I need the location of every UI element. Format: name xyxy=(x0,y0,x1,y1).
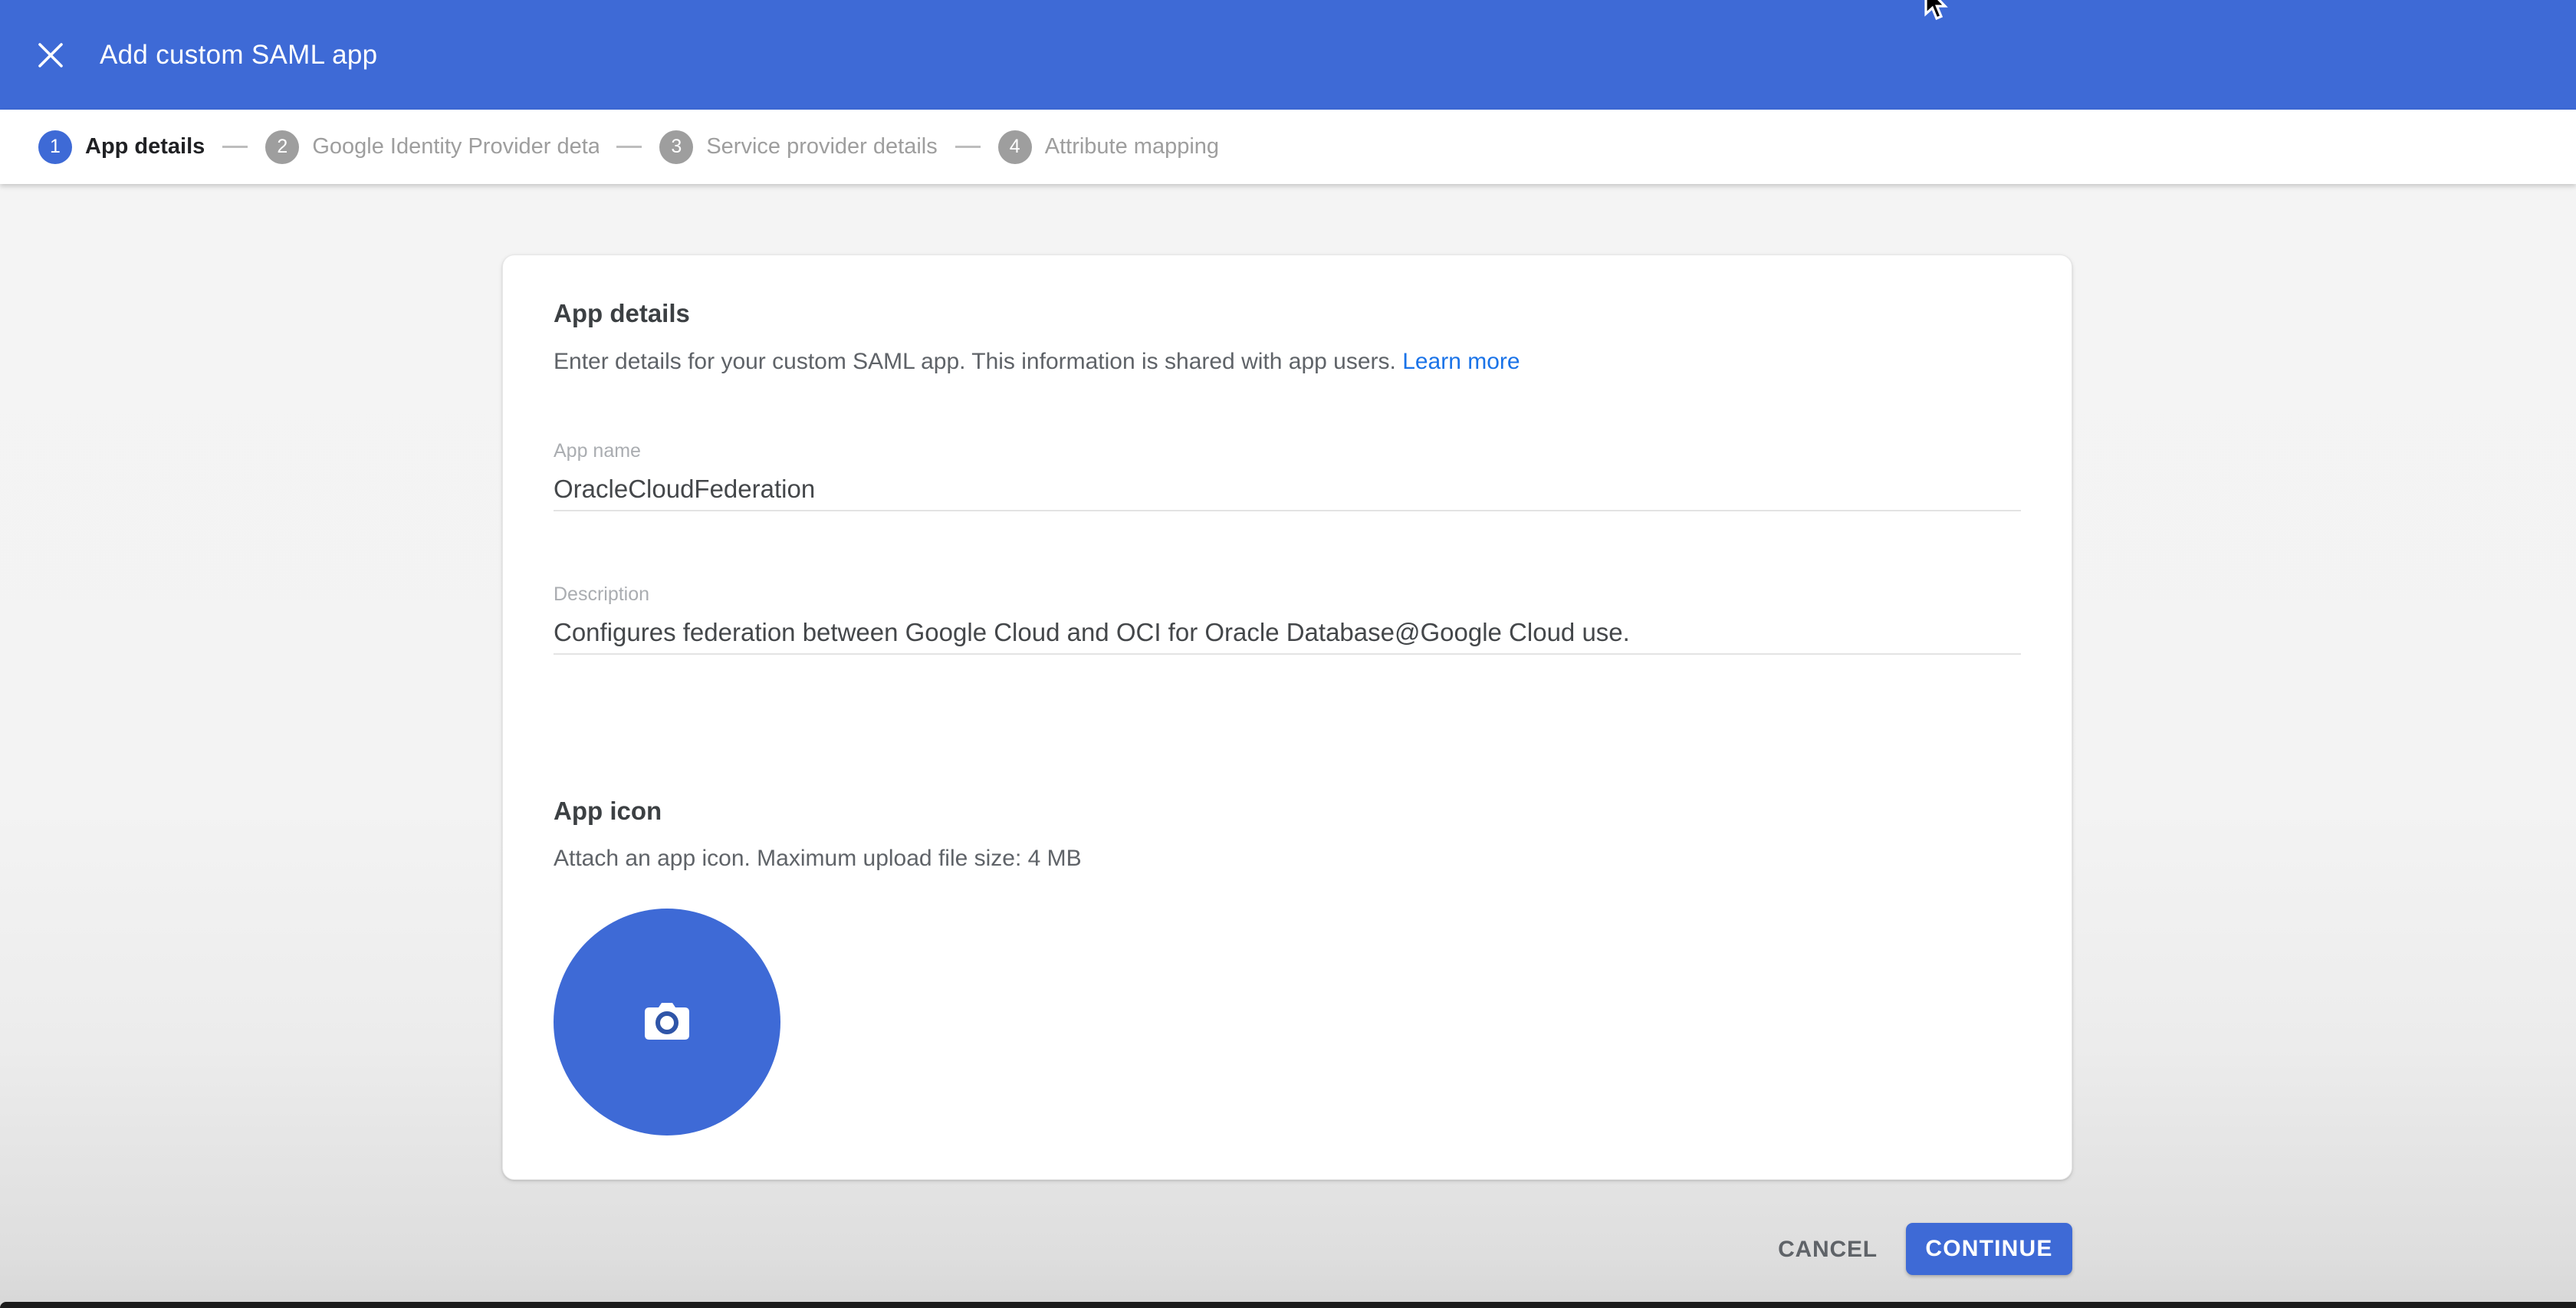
continue-button[interactable]: CONTINUE xyxy=(1906,1223,2072,1275)
step-2-label: Google Identity Provider details xyxy=(312,134,599,159)
dialog-header: Add custom SAML app xyxy=(0,0,2576,110)
app-icon-section-title: App icon xyxy=(554,797,662,826)
description-input[interactable]: Configures federation between Google Clo… xyxy=(554,618,2021,647)
step-1-badge: 1 xyxy=(38,130,72,164)
close-icon[interactable] xyxy=(26,31,75,80)
app-details-card: App details Enter details for your custo… xyxy=(502,255,2072,1180)
app-name-label: App name xyxy=(554,440,641,462)
step-1-label: App details xyxy=(85,134,205,159)
app-icon-upload-button[interactable] xyxy=(554,909,780,1135)
step-app-details: 1 App details xyxy=(38,130,205,164)
step-3-badge: 3 xyxy=(659,130,693,164)
card-section-title: App details xyxy=(554,299,690,328)
camera-icon xyxy=(643,1000,691,1045)
step-connector xyxy=(222,146,248,148)
dialog-title: Add custom SAML app xyxy=(100,40,377,71)
wizard-stepper: 1 App details 2 Google Identity Provider… xyxy=(0,110,2576,184)
app-name-underline xyxy=(554,510,2021,511)
step-google-idp-details: 2 Google Identity Provider details xyxy=(265,130,599,164)
intro-text: Enter details for your custom SAML app. … xyxy=(554,349,1402,374)
step-connector xyxy=(955,146,981,148)
step-4-badge: 4 xyxy=(998,130,1032,164)
app-name-input[interactable]: OracleCloudFederation xyxy=(554,475,2021,504)
step-attribute-mapping: 4 Attribute mapping xyxy=(998,130,1219,164)
step-connector xyxy=(616,146,642,148)
step-2-badge: 2 xyxy=(265,130,299,164)
step-4-label: Attribute mapping xyxy=(1045,134,1219,159)
step-service-provider-details: 3 Service provider details xyxy=(659,130,937,164)
window-bottom-edge xyxy=(0,1302,2576,1308)
learn-more-link[interactable]: Learn more xyxy=(1402,349,1520,374)
app-icon-hint: Attach an app icon. Maximum upload file … xyxy=(554,846,1082,872)
step-3-label: Service provider details xyxy=(706,134,937,159)
card-intro-text: Enter details for your custom SAML app. … xyxy=(554,349,1520,375)
cancel-button[interactable]: CANCEL xyxy=(1769,1231,1886,1268)
description-label: Description xyxy=(554,583,649,606)
description-underline xyxy=(554,653,2021,655)
